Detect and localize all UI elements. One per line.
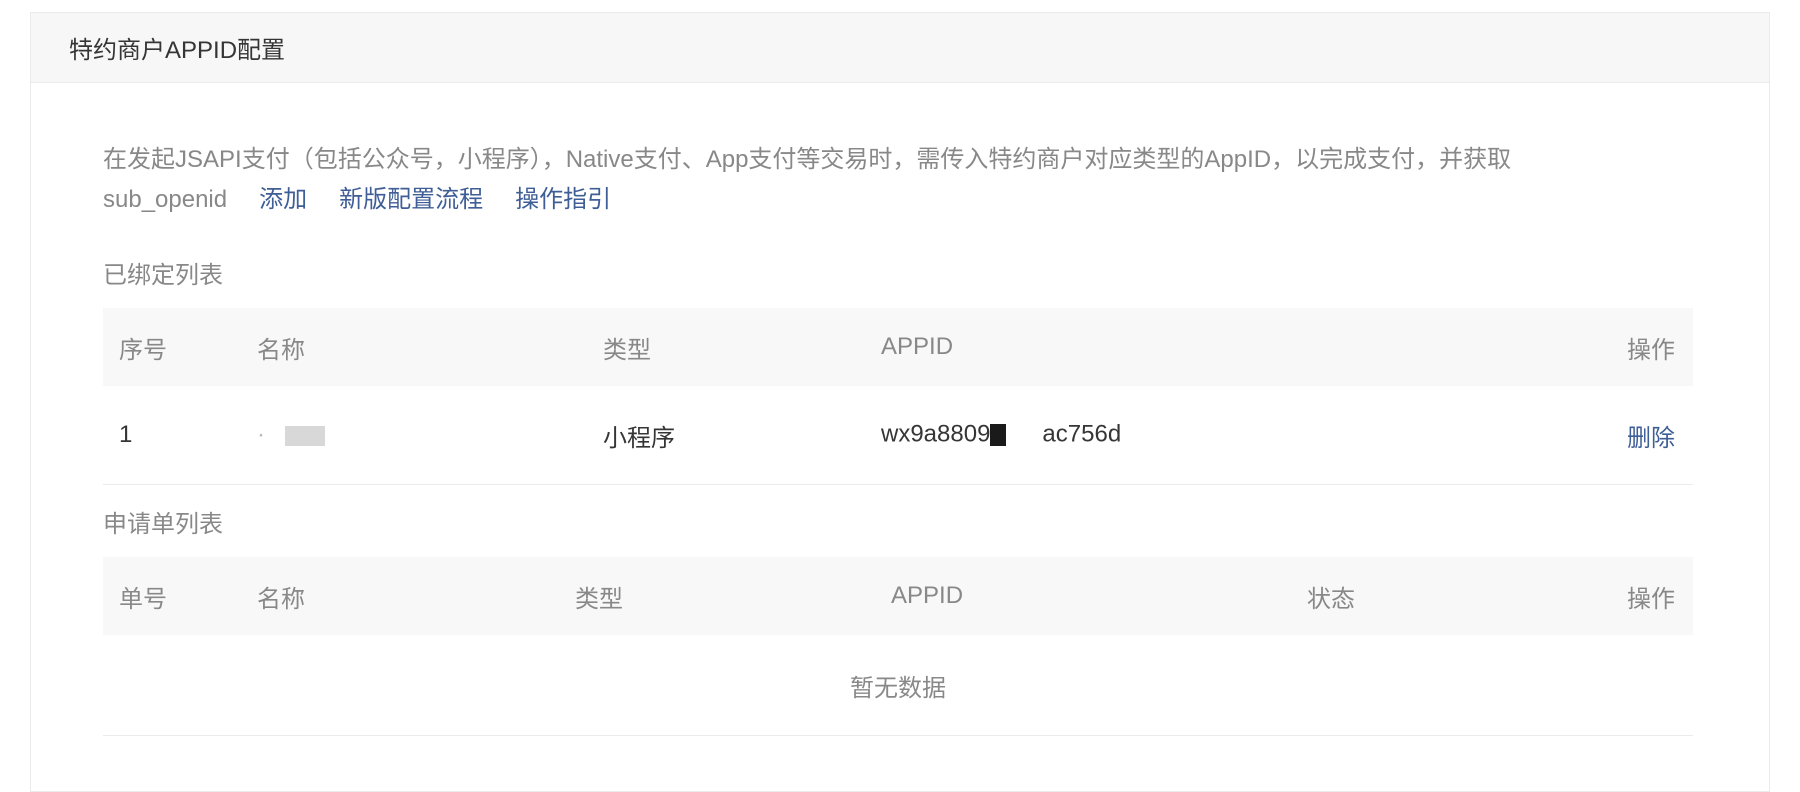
intro-description: 在发起JSAPI支付（包括公众号，小程序），Native支付、App支付等交易时… — [103, 140, 1683, 220]
redaction-mask — [1006, 418, 1043, 452]
col-action: 操作 — [1627, 336, 1675, 364]
intro-text: 在发起JSAPI支付（包括公众号，小程序），Native支付、App支付等交易时… — [103, 146, 1512, 173]
application-list-title: 申请单列表 — [103, 511, 223, 538]
table-row: 1 · 小程序 wx9a8809 ac756d 删除 — [103, 386, 1693, 485]
empty-state: 暂无数据 — [103, 635, 1693, 736]
redaction-mask — [285, 425, 325, 446]
row-name-text: · — [257, 421, 265, 448]
row-name: · — [241, 421, 587, 449]
panel-title: 特约商户APPID配置 — [31, 13, 1769, 83]
col-type: 类型 — [575, 585, 623, 613]
delete-button[interactable]: 删除 — [1465, 418, 1693, 453]
row-seq: 1 — [119, 421, 133, 448]
col-action: 操作 — [1627, 585, 1675, 613]
intro-text-sub-openid: sub_openid — [103, 186, 228, 213]
add-link[interactable]: 添加 — [259, 186, 307, 213]
col-name: 名称 — [257, 585, 305, 613]
bound-list-title: 已绑定列表 — [103, 262, 223, 289]
col-name: 名称 — [257, 336, 305, 364]
row-type: 小程序 — [603, 424, 675, 452]
operation-guide-link[interactable]: 操作指引 — [515, 186, 611, 213]
bound-table-header: 序号 名称 类型 APPID 操作 — [103, 308, 1693, 386]
row-appid: wx9a8809 ac756d — [865, 418, 1465, 452]
new-config-flow-link[interactable]: 新版配置流程 — [339, 186, 483, 213]
col-status: 状态 — [1307, 585, 1355, 613]
row-appid-suffix: ac756d — [1042, 420, 1122, 448]
panel-body: 在发起JSAPI支付（包括公众号，小程序），Native支付、App支付等交易时… — [31, 140, 1769, 736]
col-seq: 序号 — [119, 336, 167, 364]
bound-table: 序号 名称 类型 APPID 操作 1 · 小程序 wx9a8809 ac756d… — [103, 308, 1693, 485]
appid-config-panel: 特约商户APPID配置 在发起JSAPI支付（包括公众号，小程序），Native… — [30, 12, 1770, 792]
col-type: 类型 — [603, 336, 651, 364]
col-appid: APPID — [881, 333, 954, 360]
application-table-header: 单号 名称 类型 APPID 状态 操作 — [103, 557, 1693, 635]
row-appid-prefix: wx9a8809 — [881, 420, 991, 448]
application-table: 单号 名称 类型 APPID 状态 操作 暂无数据 — [103, 557, 1693, 736]
col-no: 单号 — [119, 585, 167, 613]
col-appid: APPID — [891, 582, 964, 609]
